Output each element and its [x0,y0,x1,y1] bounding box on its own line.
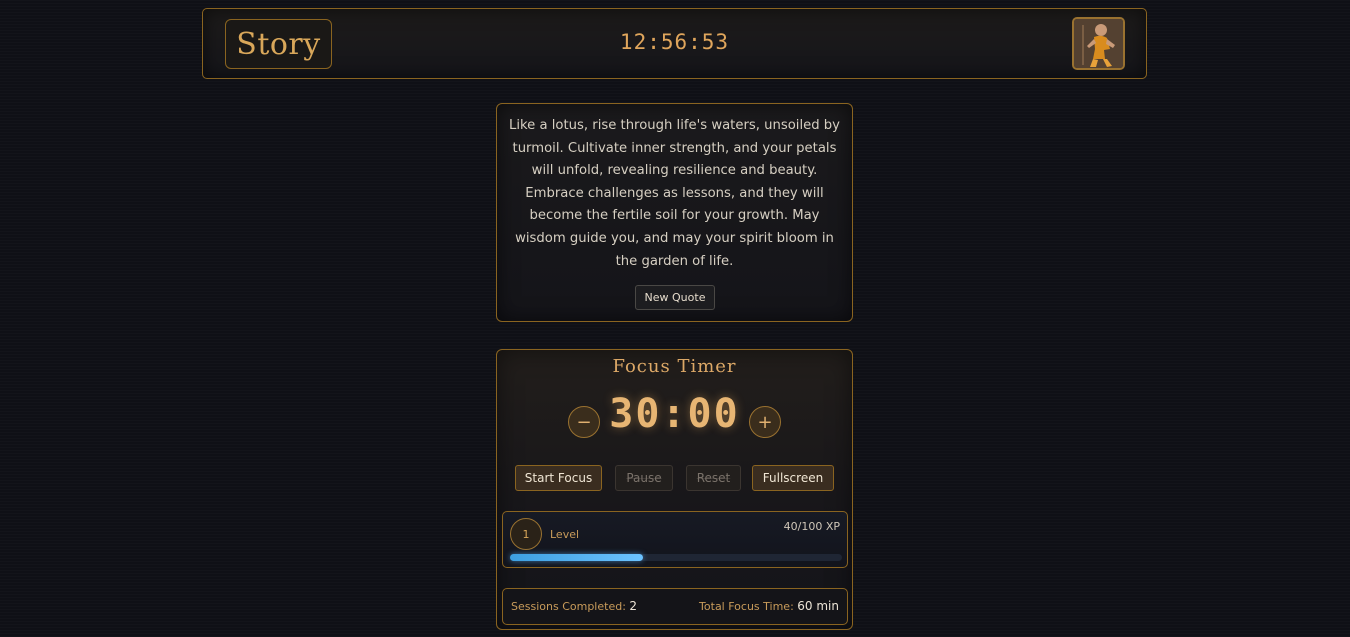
fullscreen-button[interactable]: Fullscreen [752,465,834,491]
timer-display: 30:00 [609,391,740,437]
sessions-stat: Sessions Completed: 2 [511,599,637,613]
level-panel: 1 Level 40/100 XP [502,511,848,568]
level-badge: 1 [510,518,542,550]
new-quote-button[interactable]: New Quote [635,285,715,310]
clock-display: 12:56:53 [619,30,730,54]
level-label: Level [550,528,580,541]
increase-time-button[interactable]: + [749,406,781,438]
focus-time-label: Total Focus Time: [699,600,794,613]
xp-text: 40/100 XP [783,520,840,533]
quote-text: Like a lotus, rise through life's waters… [509,118,840,269]
focus-time-stat: Total Focus Time: 60 min [699,599,839,613]
timer-title: Focus Timer [612,356,737,377]
focus-time-value: 60 min [797,599,839,613]
monk-avatar-icon[interactable] [1072,17,1125,70]
reset-button[interactable]: Reset [686,465,741,491]
sessions-value: 2 [629,599,638,613]
stats-panel: Sessions Completed: 2 Total Focus Time: … [502,588,848,625]
top-header: Story 12:56:53 [202,8,1147,79]
focus-timer-card: Focus Timer − 30:00 + Start Focus Pause … [496,349,853,630]
pause-button[interactable]: Pause [615,465,673,491]
sessions-label: Sessions Completed: [511,600,626,613]
xp-progress-fill [510,554,643,561]
quote-card: Like a lotus, rise through life's waters… [496,103,853,322]
avatar-image [1074,19,1123,68]
start-focus-button[interactable]: Start Focus [515,465,602,491]
xp-progress-bar [510,554,842,561]
